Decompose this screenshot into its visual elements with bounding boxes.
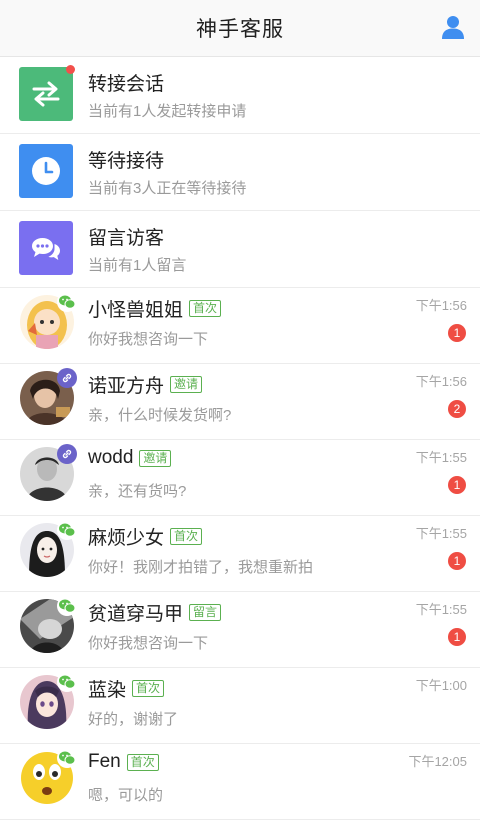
message-time: 下午1:55: [415, 602, 467, 617]
wechat-icon: [57, 520, 77, 540]
message-time: 下午1:56: [415, 374, 467, 389]
wechat-icon: [57, 292, 77, 312]
last-message: 嗯，可以的: [88, 787, 164, 804]
list-item-waiting[interactable]: 等待接待 当前有3人正在等待接待: [0, 134, 480, 211]
source-tag: 留言: [189, 604, 222, 621]
wechat-icon: [57, 596, 77, 616]
unread-badge: 1: [448, 552, 466, 570]
user-icon[interactable]: [440, 14, 466, 40]
chat-row[interactable]: wodd 邀请 亲，还有货吗? 下午1:55 1: [0, 440, 480, 516]
chat-row[interactable]: 小怪兽姐姐 首次 你好我想咨询一下 下午1:56 1: [0, 288, 480, 364]
unread-badge: 1: [448, 324, 466, 342]
contact-name: 贫道穿马甲 留言: [88, 599, 222, 626]
message-time: 下午1:55: [415, 450, 467, 465]
chat-row[interactable]: 诺亚方舟 邀请 亲，什么时候发货啊? 下午1:56 2: [0, 364, 480, 440]
contact-name: 麻烦少女 首次: [88, 523, 203, 550]
source-tag: 邀请: [139, 449, 172, 467]
contact-name: 小怪兽姐姐 首次: [88, 295, 222, 322]
list-item-title: 留言访客: [88, 228, 165, 249]
message-time: 下午1:56: [415, 298, 467, 313]
message-time: 下午1:55: [415, 526, 467, 541]
last-message: 亲，什么时候发货啊?: [88, 407, 232, 424]
list-item-subtitle: 当前有1人留言: [88, 257, 187, 274]
list-item-title: 转接会话: [88, 74, 165, 95]
wechat-icon: [57, 672, 77, 692]
unread-badge: 2: [448, 400, 466, 418]
conversation-list: 转接会话 当前有1人发起转接申请 等待接待 当前有3人正在等待接待 留言访客 当…: [0, 57, 480, 820]
message-time: 下午12:05: [408, 754, 467, 769]
list-item-subtitle: 当前有3人正在等待接待: [88, 180, 247, 197]
chat-row[interactable]: 贫道穿马甲 留言 你好我想咨询一下 下午1:55 1: [0, 592, 480, 668]
last-message: 你好我想咨询一下: [88, 331, 209, 348]
link-icon: [57, 444, 77, 464]
list-item-messages[interactable]: 留言访客 当前有1人留言: [0, 211, 480, 288]
contact-name: 诺亚方舟 邀请: [88, 371, 203, 398]
unread-badge: 1: [448, 476, 466, 494]
chat-row[interactable]: 麻烦少女 首次 你好！我刚才拍错了，我想重新拍 下午1:55 1: [0, 516, 480, 592]
contact-name: Fen 首次: [88, 751, 159, 773]
source-tag: 邀请: [170, 376, 203, 393]
contact-name: 蓝染 首次: [88, 675, 165, 702]
chat-bubbles-icon: [19, 221, 73, 275]
contact-name: wodd 邀请: [88, 447, 172, 469]
list-item-title: 等待接待: [88, 151, 165, 172]
unread-badge: 1: [448, 628, 466, 646]
chat-row[interactable]: Fen 首次 嗯，可以的 下午12:05: [0, 744, 480, 820]
page-title: 神手客服: [196, 18, 284, 41]
source-tag: 首次: [132, 680, 165, 697]
source-tag: 首次: [189, 300, 222, 317]
link-icon: [57, 368, 77, 388]
clock-icon: [19, 144, 73, 198]
app-header: 神手客服: [0, 0, 480, 57]
last-message: 你好我想咨询一下: [88, 635, 209, 652]
wechat-icon: [57, 748, 77, 768]
source-tag: 首次: [170, 528, 203, 545]
list-item-transfer[interactable]: 转接会话 当前有1人发起转接申请: [0, 57, 480, 134]
message-time: 下午1:00: [415, 678, 467, 693]
source-tag: 首次: [126, 753, 159, 771]
swap-icon: [19, 67, 73, 121]
last-message: 好的，谢谢了: [88, 711, 179, 728]
last-message: 你好！我刚才拍错了，我想重新拍: [88, 559, 314, 576]
notification-dot: [66, 65, 75, 74]
last-message: 亲，还有货吗?: [88, 483, 187, 500]
chat-row[interactable]: 蓝染 首次 好的，谢谢了 下午1:00: [0, 668, 480, 744]
list-item-subtitle: 当前有1人发起转接申请: [88, 103, 247, 120]
